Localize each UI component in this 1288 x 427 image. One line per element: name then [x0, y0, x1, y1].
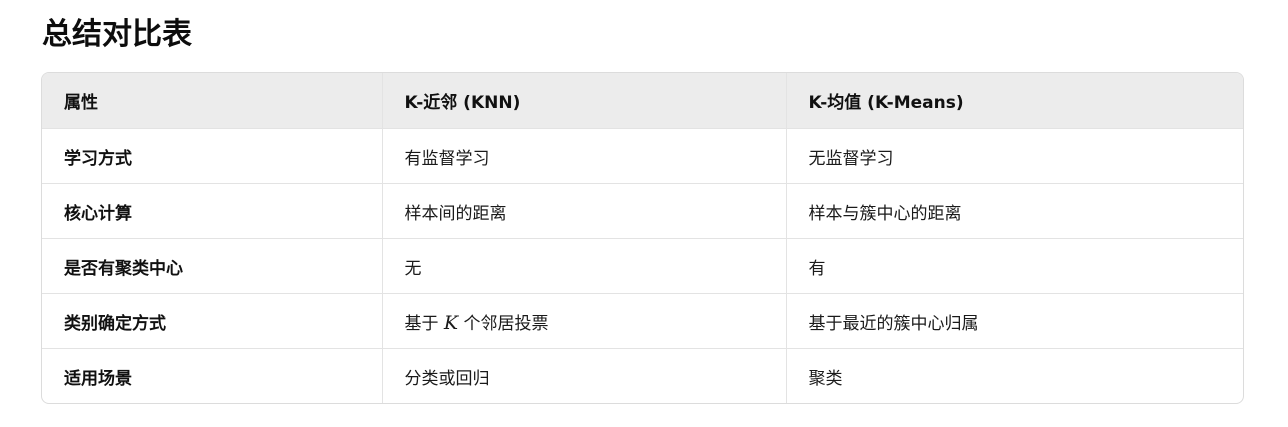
table-row: 学习方式 有监督学习 无监督学习: [42, 128, 1243, 184]
comparison-table: 属性 K-近邻 (KNN) K-均值 (K-Means) 学习方式 有监督学习 …: [42, 73, 1243, 403]
table-row: 适用场景 分类或回归 聚类: [42, 348, 1243, 403]
table-row: 是否有聚类中心 无 有: [42, 238, 1243, 294]
row-kmeans-value: 基于最近的簇中心归属: [786, 293, 1243, 349]
knn-value-prefix: 基于: [404, 313, 439, 334]
row-kmeans-value: 有: [786, 238, 1243, 294]
row-attribute: 类别确定方式: [42, 293, 383, 349]
header-attribute: 属性: [42, 73, 383, 129]
row-kmeans-value: 无监督学习: [786, 128, 1243, 184]
row-knn-value: 分类或回归: [382, 348, 787, 403]
row-knn-value: 无: [382, 238, 787, 294]
row-attribute: 学习方式: [42, 128, 383, 184]
page-title: 总结对比表: [42, 17, 192, 52]
table-row: 类别确定方式 基于 K 个邻居投票 基于最近的簇中心归属: [42, 293, 1243, 349]
row-attribute: 是否有聚类中心: [42, 238, 383, 294]
math-k-symbol: K: [443, 311, 459, 334]
row-knn-value: 有监督学习: [382, 128, 787, 184]
row-attribute: 适用场景: [42, 348, 383, 403]
comparison-table-container: 属性 K-近邻 (KNN) K-均值 (K-Means) 学习方式 有监督学习 …: [41, 72, 1244, 404]
row-kmeans-value: 聚类: [808, 368, 843, 389]
knn-value-suffix: 个邻居投票: [463, 313, 549, 334]
row-kmeans-value: 样本与簇中心的距离: [786, 183, 1243, 239]
header-kmeans: K-均值 (K-Means): [786, 73, 1243, 129]
table-row: 核心计算 样本间的距离 样本与簇中心的距离: [42, 183, 1243, 239]
row-attribute: 核心计算: [42, 183, 383, 239]
row-knn-value: 样本间的距离: [382, 183, 787, 239]
header-knn: K-近邻 (KNN): [382, 73, 787, 129]
row-knn-value: 基于 K 个邻居投票: [382, 293, 787, 349]
table-header-row: 属性 K-近邻 (KNN) K-均值 (K-Means): [42, 73, 1243, 129]
